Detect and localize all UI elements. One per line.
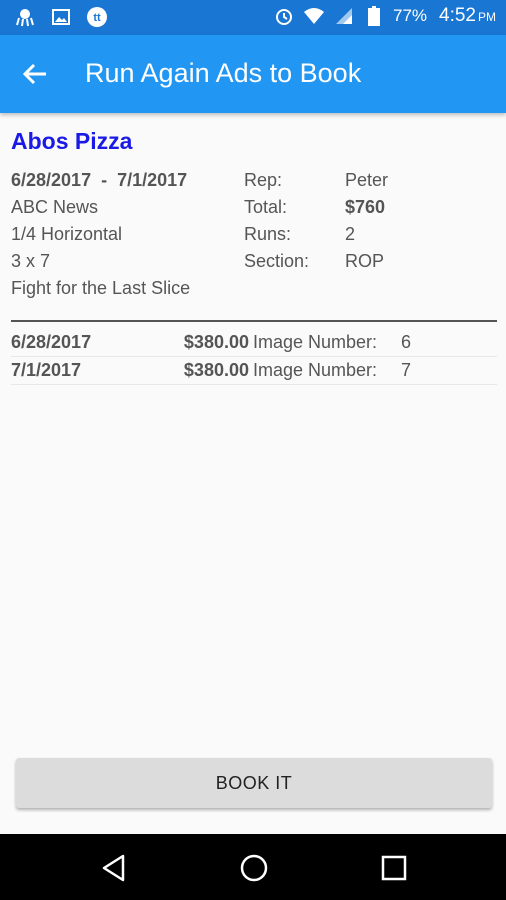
list-item: 7/1/2017 $380.00 Image Number: 7 xyxy=(11,357,497,385)
alarm-icon xyxy=(273,5,295,27)
nav-recents-button[interactable] xyxy=(378,852,410,884)
divider xyxy=(11,320,497,322)
total-label: Total: xyxy=(244,197,288,217)
date-separator: - xyxy=(101,170,108,190)
rep-row: Rep: Peter xyxy=(244,167,388,194)
rep-label: Rep: xyxy=(244,170,283,190)
nav-home-button[interactable] xyxy=(238,852,270,884)
section-label: Section: xyxy=(244,251,310,271)
image-number-value: 7 xyxy=(401,360,412,380)
system-status: 77% 4:52 PM xyxy=(273,5,496,27)
svg-text:tt: tt xyxy=(93,12,101,24)
nav-back-button[interactable] xyxy=(98,852,130,884)
app-bar: Run Again Ads to Book xyxy=(0,35,506,113)
octopus-icon xyxy=(14,6,36,28)
ad-size: 1/4 Horizontal xyxy=(11,224,123,244)
nav-back-icon xyxy=(98,854,130,888)
total-row: Total: $760 xyxy=(244,194,388,221)
date-end: 7/1/2017 xyxy=(117,170,188,190)
ad-dimensions: 3 x 7 xyxy=(11,251,51,271)
notification-icons: tt xyxy=(14,6,108,28)
run-date: 6/28/2017 xyxy=(11,332,92,352)
section-value: ROP xyxy=(345,251,385,271)
image-number-label: Image Number: xyxy=(253,360,378,380)
runs-list: 6/28/2017 $380.00 Image Number: 6 7/1/20… xyxy=(11,329,497,385)
status-bar: tt 77% 4:52 PM xyxy=(0,0,506,35)
run-amount: $380.00 xyxy=(183,332,249,352)
image-number-label: Image Number: xyxy=(253,332,378,352)
signal-icon xyxy=(333,5,355,27)
total-value: $760 xyxy=(345,197,386,217)
battery-percent: 77% xyxy=(392,6,428,25)
back-arrow-icon xyxy=(20,63,50,93)
publication: ABC News xyxy=(11,197,99,217)
run-date: 7/1/2017 xyxy=(11,360,82,380)
battery-icon xyxy=(363,5,385,27)
clock-ampm: PM xyxy=(478,10,496,24)
wifi-icon xyxy=(303,5,325,27)
clock: 4:52 PM xyxy=(439,5,496,27)
date-range: 6/28/2017 - 7/1/2017 xyxy=(11,167,190,194)
ad-title: Abos Pizza xyxy=(11,128,133,154)
nav-home-icon xyxy=(238,854,270,888)
clock-time: 4:52 xyxy=(439,5,476,26)
book-it-button[interactable]: BOOK IT xyxy=(16,758,492,808)
section-row: Section: ROP xyxy=(244,248,388,275)
page-title: Run Again Ads to Book xyxy=(85,58,362,88)
list-item: 6/28/2017 $380.00 Image Number: 6 xyxy=(11,329,497,357)
tt-icon: tt xyxy=(86,6,108,28)
navigation-bar xyxy=(0,834,506,900)
back-button[interactable] xyxy=(20,59,56,91)
ad-headline: Fight for the Last Slice xyxy=(11,278,191,298)
image-icon xyxy=(50,6,72,28)
nav-recents-icon xyxy=(378,855,410,888)
date-start: 6/28/2017 xyxy=(11,170,92,190)
ad-info: 6/28/2017 - 7/1/2017 ABC News 1/4 Horizo… xyxy=(11,167,190,302)
ad-summary: Rep: Peter Total: $760 Runs: 2 Section: … xyxy=(244,167,388,275)
image-number-value: 6 xyxy=(401,332,412,352)
runs-value: 2 xyxy=(345,224,356,244)
runs-label: Runs: xyxy=(244,224,292,244)
runs-row: Runs: 2 xyxy=(244,221,388,248)
rep-value: Peter xyxy=(345,170,389,190)
run-amount: $380.00 xyxy=(183,360,249,380)
